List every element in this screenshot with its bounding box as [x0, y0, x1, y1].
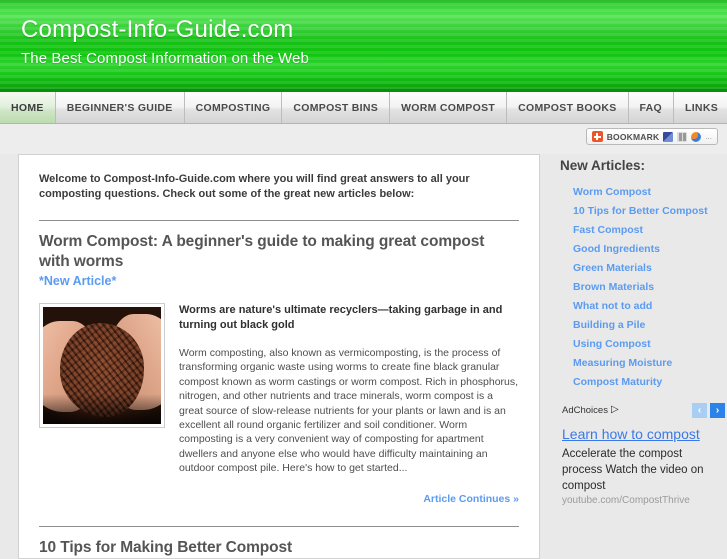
- sidebar-link-green-materials[interactable]: Green Materials: [560, 262, 727, 275]
- share-square-icon[interactable]: [663, 131, 674, 142]
- bookmark-button[interactable]: BOOKMARK ...: [585, 128, 718, 145]
- nav-item-worm-compost[interactable]: WORM COMPOST: [390, 92, 508, 123]
- nav-item-faq[interactable]: FAQ: [628, 92, 674, 123]
- new-article-badge: *New Article*: [39, 274, 117, 288]
- advertisement-block: AdChoices ▷ ‹ › Learn how to compost Acc…: [560, 402, 725, 506]
- ad-nav-arrows: ‹ ›: [692, 402, 725, 418]
- next-ad-arrow-icon[interactable]: ›: [710, 402, 725, 418]
- main-content-panel: Welcome to Compost-Info-Guide.com where …: [18, 154, 540, 559]
- sidebar-link-10-tips-for-better-compost[interactable]: 10 Tips for Better Compost: [560, 205, 727, 218]
- article-body: Worms are nature's ultimate recyclers—ta…: [39, 303, 519, 507]
- nav-item-home[interactable]: HOME: [0, 92, 56, 123]
- ad-title-link[interactable]: Learn how to compost: [562, 425, 725, 443]
- article-subheading: Worms are nature's ultimate recyclers—ta…: [179, 304, 503, 331]
- hands-holding-worms-image: [43, 307, 161, 424]
- previous-ad-arrow-icon[interactable]: ‹: [692, 402, 707, 418]
- page-layout: Welcome to Compost-Info-Guide.com where …: [0, 154, 727, 559]
- article-thumbnail[interactable]: [39, 303, 165, 428]
- image-shadow-overlay: [43, 393, 161, 424]
- sidebar-link-what-not-to-add[interactable]: What not to add: [560, 300, 727, 313]
- site-title: Compost-Info-Guide.com: [21, 16, 294, 43]
- bookmark-bar: BOOKMARK ...: [0, 124, 727, 154]
- article-continues-row: Article Continues »: [179, 489, 519, 507]
- sidebar-link-building-a-pile[interactable]: Building a Pile: [560, 319, 727, 332]
- welcome-message: Welcome to Compost-Info-Guide.com where …: [39, 173, 470, 200]
- more-options-icon[interactable]: ...: [705, 132, 712, 140]
- site-header-banner: Compost-Info-Guide.com The Best Compost …: [0, 0, 727, 92]
- nav-item-composting[interactable]: COMPOSTING: [184, 92, 283, 123]
- sidebar-link-list: Worm Compost 10 Tips for Better Compost Fa…: [560, 186, 727, 389]
- ad-header: AdChoices ▷ ‹ ›: [562, 402, 725, 418]
- article-text-column: Worms are nature's ultimate recyclers—ta…: [179, 303, 519, 507]
- ad-display-url: youtube.com/CompostThrive: [562, 495, 690, 506]
- sidebar-link-fast-compost[interactable]: Fast Compost: [560, 224, 727, 237]
- sidebar-link-measuring-moisture[interactable]: Measuring Moisture: [560, 357, 727, 370]
- sidebar-link-brown-materials[interactable]: Brown Materials: [560, 281, 727, 294]
- site-tagline: The Best Compost Information on the Web: [21, 50, 309, 67]
- main-navigation: HOME BEGINNER'S GUIDE COMPOSTING COMPOST BI…: [0, 92, 727, 124]
- adchoices-info-icon[interactable]: ▷: [611, 405, 619, 415]
- sidebar-heading: New Articles:: [560, 158, 646, 173]
- nav-item-compost-bins[interactable]: COMPOST BINS: [282, 92, 391, 123]
- adchoices-label: AdChoices: [562, 404, 608, 416]
- nav-item-list: HOME BEGINNER'S GUIDE COMPOSTING COMPOST BI…: [0, 92, 727, 123]
- article-paragraph: Worm composting, also known as vermicomp…: [179, 347, 519, 475]
- section-divider: [39, 220, 519, 221]
- share-globe-icon[interactable]: [691, 131, 702, 142]
- article-title-10-tips[interactable]: 10 Tips for Making Better Compost: [39, 538, 519, 558]
- sidebar-link-compost-maturity[interactable]: Compost Maturity: [560, 376, 727, 389]
- plus-icon: [591, 131, 603, 142]
- nav-item-compost-books[interactable]: COMPOST BOOKS: [507, 92, 629, 123]
- ad-description: Accelerate the compost process Watch the…: [562, 448, 704, 492]
- section-divider-2: [39, 525, 519, 527]
- nav-item-beginner-s-guide[interactable]: BEGINNER'S GUIDE: [55, 92, 185, 123]
- sidebar: New Articles: Worm Compost 10 Tips for Be…: [560, 154, 727, 506]
- article-continues-link[interactable]: Article Continues »: [423, 493, 519, 505]
- bookmark-label: BOOKMARK: [606, 131, 660, 142]
- facebook-icon[interactable]: [677, 131, 688, 142]
- nav-item-links[interactable]: LINKS: [674, 92, 727, 123]
- article-title-worm-compost[interactable]: Worm Compost: A beginner's guide to maki…: [39, 232, 519, 272]
- sidebar-link-using-compost[interactable]: Using Compost: [560, 338, 727, 351]
- sidebar-link-worm-compost[interactable]: Worm Compost: [560, 186, 727, 199]
- second-article-block: 10 Tips for Making Better Compost: [39, 525, 519, 558]
- sidebar-link-good-ingredients[interactable]: Good Ingredients: [560, 243, 727, 256]
